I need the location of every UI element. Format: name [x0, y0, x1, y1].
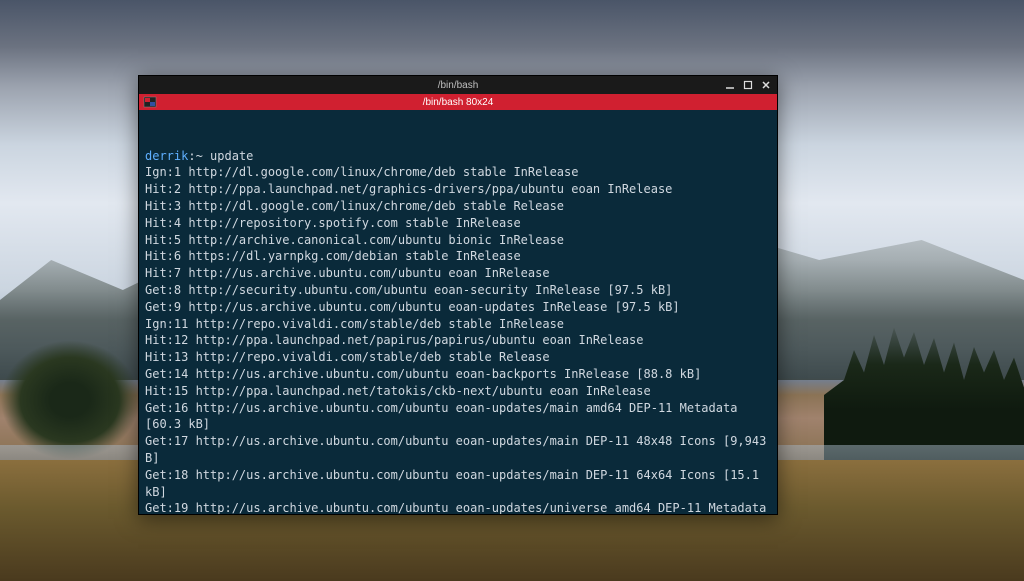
maximize-icon — [743, 80, 753, 90]
window-title: /bin/bash — [438, 80, 479, 91]
output-line: Get:18 http://us.archive.ubuntu.com/ubun… — [145, 467, 771, 501]
window-titlebar[interactable]: /bin/bash — [139, 76, 777, 94]
prompt-separator: :~ — [188, 149, 202, 163]
prompt-line: derrik:~ update — [145, 148, 771, 165]
output-line: Ign:11 http://repo.vivaldi.com/stable/de… — [145, 316, 771, 333]
output-line: Hit:4 http://repository.spotify.com stab… — [145, 215, 771, 232]
output-line: Hit:3 http://dl.google.com/linux/chrome/… — [145, 198, 771, 215]
prompt-user: derrik — [145, 149, 188, 163]
terminal-window: /bin/bash /bin/bash 80x24 derrik:~ updat… — [138, 75, 778, 515]
output-line: Get:8 http://security.ubuntu.com/ubuntu … — [145, 282, 771, 299]
terminal-output[interactable]: derrik:~ updateIgn:1 http://dl.google.co… — [139, 110, 777, 514]
terminal-tab-title: /bin/bash 80x24 — [423, 97, 494, 108]
output-line: Hit:13 http://repo.vivaldi.com/stable/de… — [145, 349, 771, 366]
output-line: Hit:5 http://archive.canonical.com/ubunt… — [145, 232, 771, 249]
prompt-command: update — [210, 149, 253, 163]
bg-trees-left — [0, 340, 140, 460]
output-line: Get:17 http://us.archive.ubuntu.com/ubun… — [145, 433, 771, 467]
output-line: Hit:12 http://ppa.launchpad.net/papirus/… — [145, 332, 771, 349]
output-line: Get:16 http://us.archive.ubuntu.com/ubun… — [145, 400, 771, 434]
close-button[interactable] — [759, 78, 773, 92]
output-line: Ign:1 http://dl.google.com/linux/chrome/… — [145, 164, 771, 181]
output-line: Hit:6 https://dl.yarnpkg.com/debian stab… — [145, 248, 771, 265]
output-line: Hit:2 http://ppa.launchpad.net/graphics-… — [145, 181, 771, 198]
output-line: Hit:7 http://us.archive.ubuntu.com/ubunt… — [145, 265, 771, 282]
output-line: Get:9 http://us.archive.ubuntu.com/ubunt… — [145, 299, 771, 316]
output-line: Get:14 http://us.archive.ubuntu.com/ubun… — [145, 366, 771, 383]
window-controls — [723, 78, 773, 92]
minimize-button[interactable] — [723, 78, 737, 92]
output-line: Hit:15 http://ppa.launchpad.net/tatokis/… — [145, 383, 771, 400]
terminal-tab-bar: /bin/bash 80x24 — [139, 94, 777, 110]
output-line: Get:19 http://us.archive.ubuntu.com/ubun… — [145, 500, 771, 514]
minimize-icon — [725, 80, 735, 90]
close-icon — [761, 80, 771, 90]
terminal-icon — [143, 95, 157, 109]
maximize-button[interactable] — [741, 78, 755, 92]
